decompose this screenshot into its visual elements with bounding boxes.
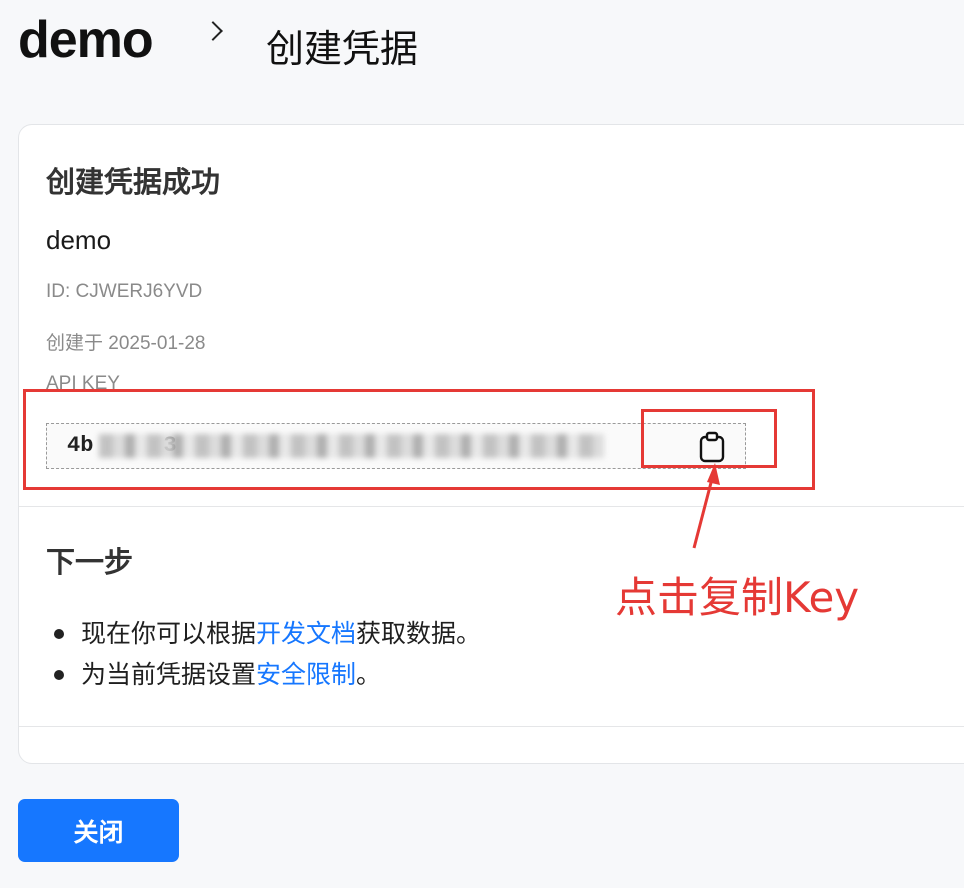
divider (19, 726, 964, 727)
close-button[interactable]: 关闭 (18, 799, 179, 862)
annotation-arrow-icon (692, 463, 720, 549)
created-date: 创建于 2025-01-28 (46, 333, 206, 354)
annotation-text: 点击复制Key (615, 573, 860, 622)
page-title: 创建凭据 (266, 27, 419, 71)
security-restrictions-link[interactable]: 安全限制 (256, 660, 356, 689)
credential-card: 创建凭据成功 demo ID: CJWERJ6YVD 创建于 2025-01-2… (18, 124, 964, 764)
api-key-label: API KEY (46, 373, 120, 394)
chevron-right-icon (203, 21, 223, 41)
credential-id: ID: CJWERJ6YVD (46, 281, 203, 302)
card-title: 创建凭据成功 (46, 165, 221, 199)
divider (19, 506, 964, 507)
list-item: 现在你可以根据开发文档获取数据。 (46, 613, 481, 654)
next-steps-list: 现在你可以根据开发文档获取数据。 为当前凭据设置安全限制。 (46, 613, 481, 695)
breadcrumb-root[interactable]: demo (18, 10, 154, 70)
credential-name: demo (46, 225, 112, 255)
dev-docs-link[interactable]: 开发文档 (256, 619, 356, 648)
next-steps-title: 下一步 (46, 545, 134, 579)
api-key-field[interactable]: 4b3 (46, 423, 746, 469)
list-item: 为当前凭据设置安全限制。 (46, 654, 481, 695)
api-key-masked-value (99, 434, 604, 458)
